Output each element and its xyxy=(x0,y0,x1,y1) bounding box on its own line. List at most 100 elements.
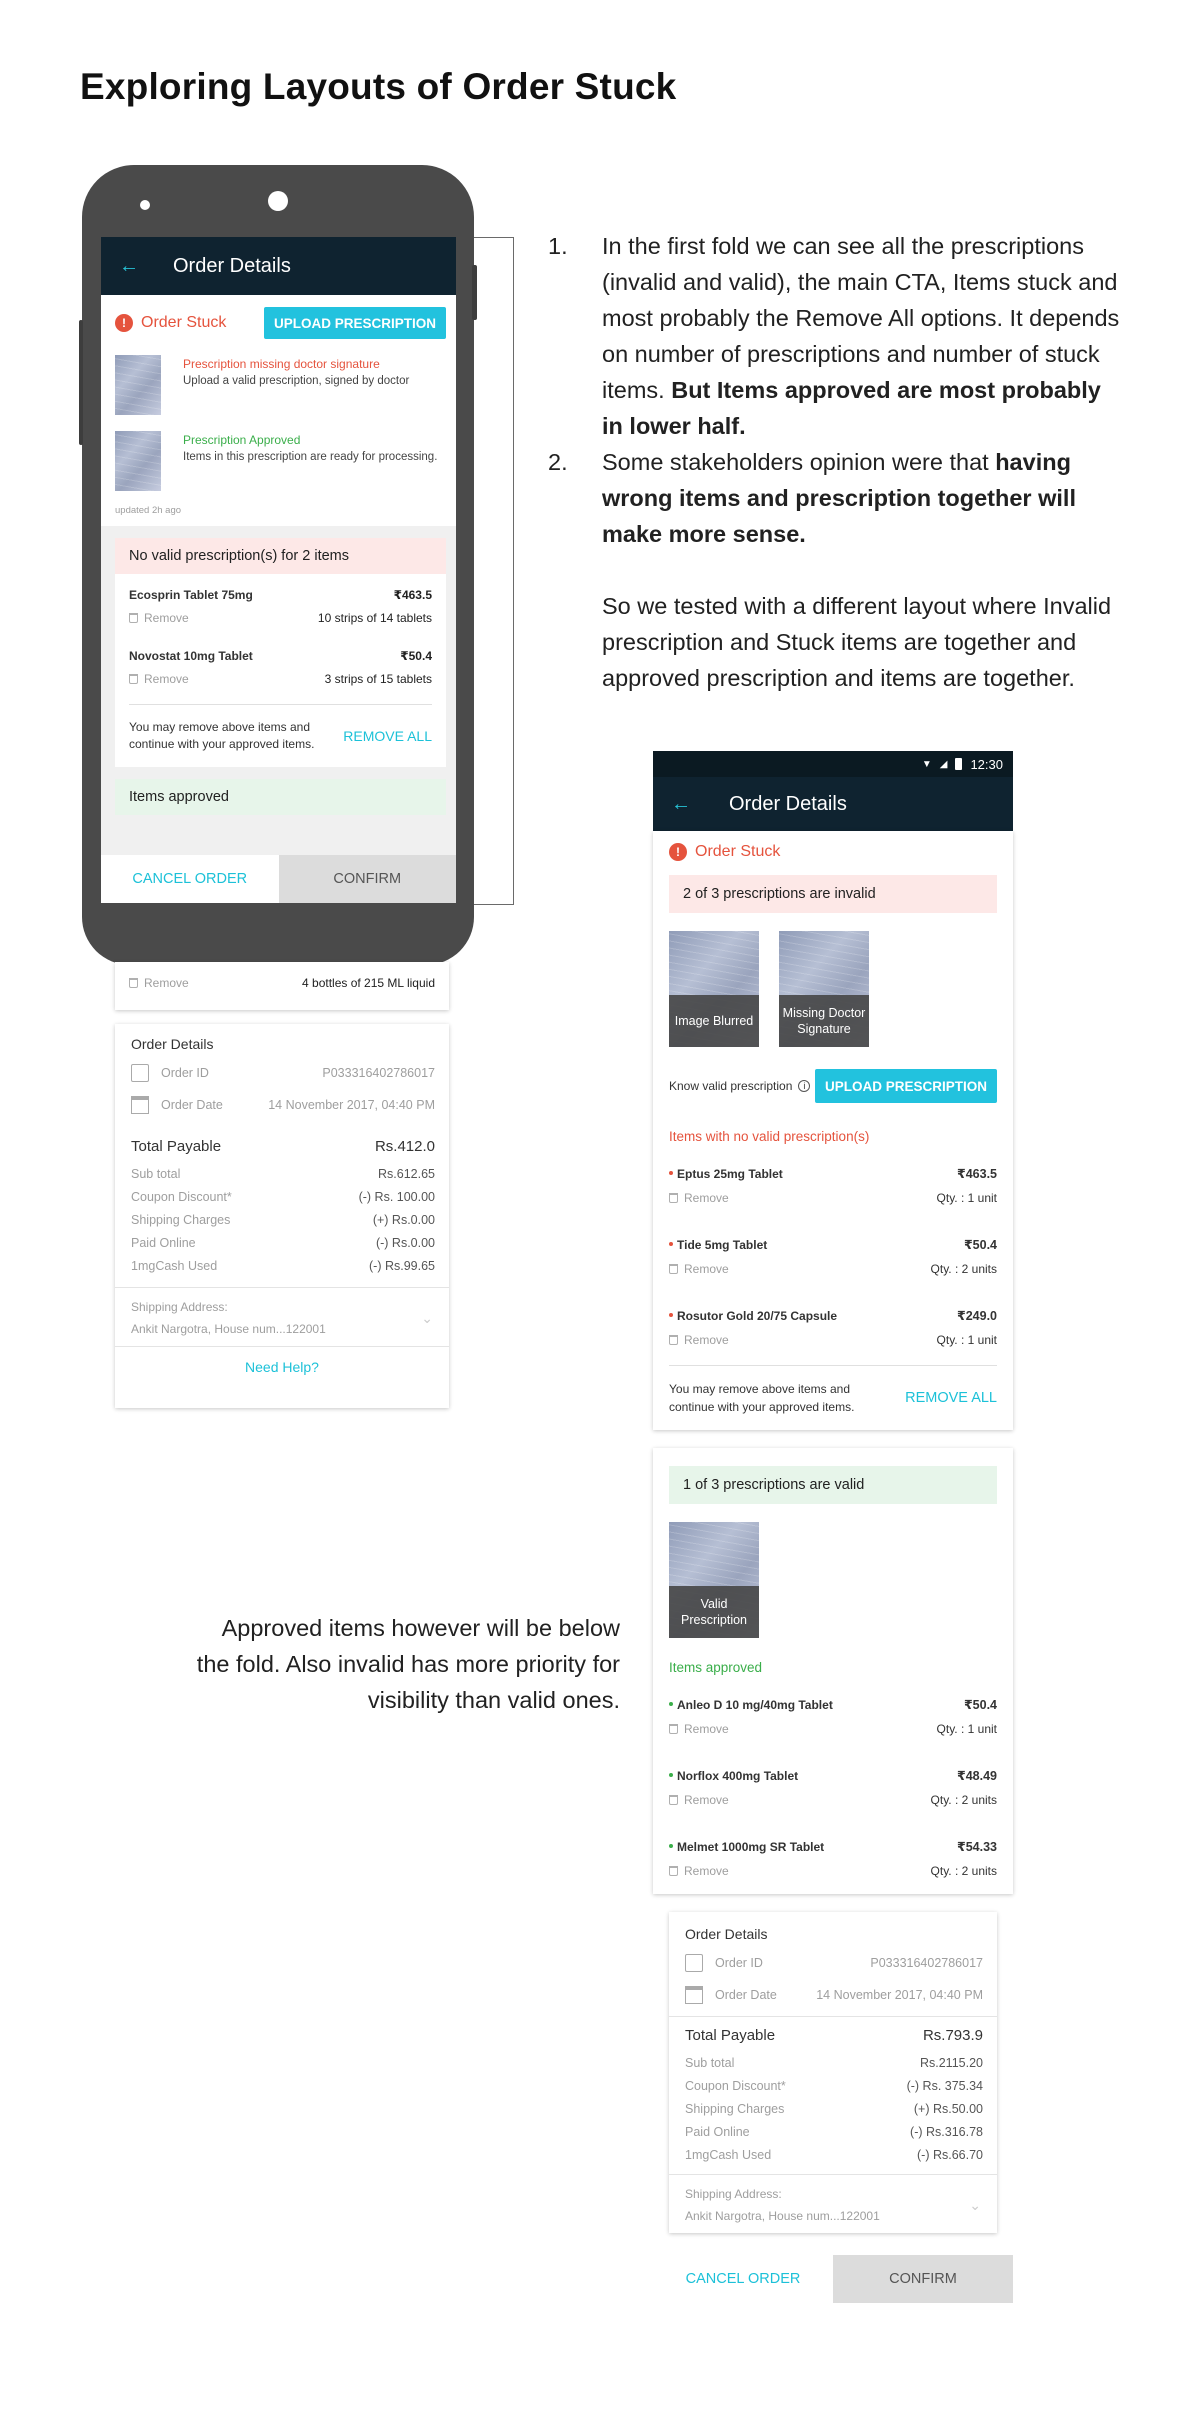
remove-label: Remove xyxy=(144,611,189,625)
remove-item-button[interactable]: Remove xyxy=(129,976,189,990)
item-qty: Qty. : 2 units xyxy=(930,1262,997,1276)
stuck-item-row: Ecosprin Tablet 75mg ₹463.5 Remove 10 stri… xyxy=(115,574,446,635)
prescription-thumbnail[interactable] xyxy=(115,355,161,415)
package-icon xyxy=(131,1064,149,1082)
remove-item-button[interactable]: Remove xyxy=(669,1722,729,1736)
item-price: ₹50.4 xyxy=(963,1238,997,1252)
remove-item-button[interactable]: Remove xyxy=(129,672,189,686)
fin-label: 1mgCash Used xyxy=(131,1259,218,1273)
remove-item-button[interactable]: Remove xyxy=(669,1262,729,1276)
prescription-thumbnail[interactable]: Valid Prescription xyxy=(669,1522,759,1638)
chevron-down-icon[interactable]: ⌄ xyxy=(421,1310,433,1327)
trash-icon xyxy=(129,978,138,988)
remove-item-button[interactable]: Remove xyxy=(669,1864,729,1878)
back-arrow-icon[interactable]: ← xyxy=(671,793,691,816)
fin-label: Sub total xyxy=(131,1167,181,1181)
note-number: 2. xyxy=(548,449,568,475)
remove-item-button[interactable]: Remove xyxy=(669,1793,729,1807)
status-dot xyxy=(669,1170,673,1175)
shipping-address-row[interactable]: Shipping Address: Ankit Nargotra, House … xyxy=(115,1288,449,1346)
page-title: Exploring Layouts of Order Stuck xyxy=(80,66,677,107)
remove-all-button[interactable]: REMOVE ALL xyxy=(905,1390,997,1406)
invalid-block-card: ! Order Stuck 2 of 3 prescriptions are i… xyxy=(653,831,1013,1430)
order-id-label: Order ID xyxy=(715,1956,763,1970)
remove-item-button[interactable]: Remove xyxy=(669,1191,729,1205)
status-time: 12:30 xyxy=(970,756,1003,772)
bottom-action-bar: CANCEL ORDER CONFIRM xyxy=(653,2255,1013,2303)
confirm-button[interactable]: CONFIRM xyxy=(833,2255,1013,2303)
shipping-address-row[interactable]: Shipping Address: Ankit Nargotra, House … xyxy=(669,2175,997,2233)
upload-prescription-button[interactable]: UPLOAD PRESCRIPTION xyxy=(263,307,446,339)
prescription-item[interactable]: Prescription Approved Items in this pres… xyxy=(115,431,446,491)
info-icon[interactable]: i xyxy=(798,1080,811,1092)
status-dot xyxy=(669,1843,673,1848)
fin-value: (-) Rs.66.70 xyxy=(917,2148,983,2162)
chevron-down-icon[interactable]: ⌄ xyxy=(969,2197,981,2214)
thumbnail-caption: Missing Doctor Signature xyxy=(779,995,869,1047)
approved-item-row: Melmet 1000mg SR Tablet ₹54.33 Remove Qty.… xyxy=(669,1807,997,1878)
phone-frame-outline xyxy=(470,237,514,905)
item-qty: Qty. : 2 units xyxy=(930,1793,997,1807)
item-qty: 10 strips of 14 tablets xyxy=(317,611,432,625)
item-price: ₹249.0 xyxy=(957,1309,997,1323)
trash-icon xyxy=(669,1724,678,1734)
order-id: P033316402786017 xyxy=(322,1066,435,1080)
note-text: Some stakeholders opinion were that xyxy=(602,449,996,475)
back-arrow-icon[interactable]: ← xyxy=(119,255,139,278)
app-bar: ← Order Details xyxy=(653,777,1013,831)
prescription-thumbnail[interactable]: Image Blurred xyxy=(669,931,759,1047)
remove-label: Remove xyxy=(144,672,189,686)
item-price: ₹50.4 xyxy=(400,649,432,663)
remove-item-button[interactable]: Remove xyxy=(669,1333,729,1347)
cancel-order-button[interactable]: CANCEL ORDER xyxy=(653,2255,833,2303)
invalid-prescription-banner: No valid prescription(s) for 2 items xyxy=(115,538,446,574)
order-date: 14 November 2017, 04:40 PM xyxy=(268,1098,435,1112)
know-valid-prescription-link[interactable]: Know valid prescription i xyxy=(669,1079,811,1093)
fin-value: (-) Rs.316.78 xyxy=(910,2125,983,2139)
order-stuck-label: Order Stuck xyxy=(141,314,227,331)
item-name: Novostat 10mg Tablet xyxy=(129,649,253,663)
thumbnail-caption: Image Blurred xyxy=(669,995,759,1047)
stuck-item-row: Rosutor Gold 20/75 Capsule ₹249.0 Remove Q… xyxy=(669,1276,997,1347)
total-payable: Rs.793.9 xyxy=(922,2027,983,2044)
item-price: ₹463.5 xyxy=(957,1167,997,1181)
fin-value: (-) Rs. 100.00 xyxy=(358,1190,435,1204)
fin-value: Rs.612.65 xyxy=(378,1167,435,1181)
stuck-item-row: Novostat 10mg Tablet ₹50.4 Remove 3 strips… xyxy=(115,635,446,696)
approved-items-label: Items approved xyxy=(669,1660,763,1675)
phone-power-button xyxy=(472,265,477,320)
prescription-thumbnail[interactable]: Missing Doctor Signature xyxy=(779,931,869,1047)
order-date: 14 November 2017, 04:40 PM xyxy=(816,1988,983,2002)
item-name: Rosutor Gold 20/75 Capsule xyxy=(669,1309,837,1323)
valid-prescriptions-banner: 1 of 3 prescriptions are valid xyxy=(669,1466,997,1504)
prescription-desc: Upload a valid prescription, signed by d… xyxy=(183,375,410,387)
prescription-thumbnail[interactable] xyxy=(115,431,161,491)
shipping-label: Shipping Address: xyxy=(131,1300,228,1314)
remove-item-button[interactable]: Remove xyxy=(129,611,189,625)
invalid-items-label: Items with no valid prescription(s) xyxy=(669,1129,870,1144)
cancel-order-button[interactable]: CANCEL ORDER xyxy=(101,855,279,903)
approved-item-row: Anleo D 10 mg/40mg Tablet ₹50.4 Remove Qty… xyxy=(669,1675,997,1736)
wifi-icon: ▼ xyxy=(921,758,932,770)
fin-value: (-) Rs. 375.34 xyxy=(906,2079,983,2093)
remove-note: You may remove above items and continue … xyxy=(669,1382,855,1414)
need-help-link[interactable]: Need Help? xyxy=(115,1347,449,1375)
confirm-button[interactable]: CONFIRM xyxy=(278,855,456,903)
status-dot xyxy=(669,1241,673,1246)
notes: 1. In the first fold we can see all the … xyxy=(548,228,1128,696)
note-paragraph: So we tested with a different layout whe… xyxy=(602,593,1112,691)
item-price: ₹463.5 xyxy=(393,588,432,602)
order-details-label: Order Details xyxy=(131,1036,214,1052)
remove-all-button[interactable]: REMOVE ALL xyxy=(343,728,432,744)
order-stuck-card: ! Order Stuck UPLOAD PRESCRIPTION Prescr… xyxy=(101,295,456,526)
order-stuck-label: Order Stuck xyxy=(695,843,781,860)
bottom-action-bar: CANCEL ORDER CONFIRM xyxy=(101,855,456,903)
fin-label: Shipping Charges xyxy=(131,1213,231,1227)
warning-icon: ! xyxy=(669,843,687,861)
remove-label: Remove xyxy=(144,976,189,990)
upload-prescription-button[interactable]: UPLOAD PRESCRIPTION xyxy=(814,1069,997,1103)
item-name: Eptus 25mg Tablet xyxy=(669,1167,783,1181)
prescription-item[interactable]: Prescription missing doctor signature Up… xyxy=(115,355,446,415)
stuck-items-card: No valid prescription(s) for 2 items Eco… xyxy=(115,538,446,767)
status-dot xyxy=(669,1312,673,1317)
